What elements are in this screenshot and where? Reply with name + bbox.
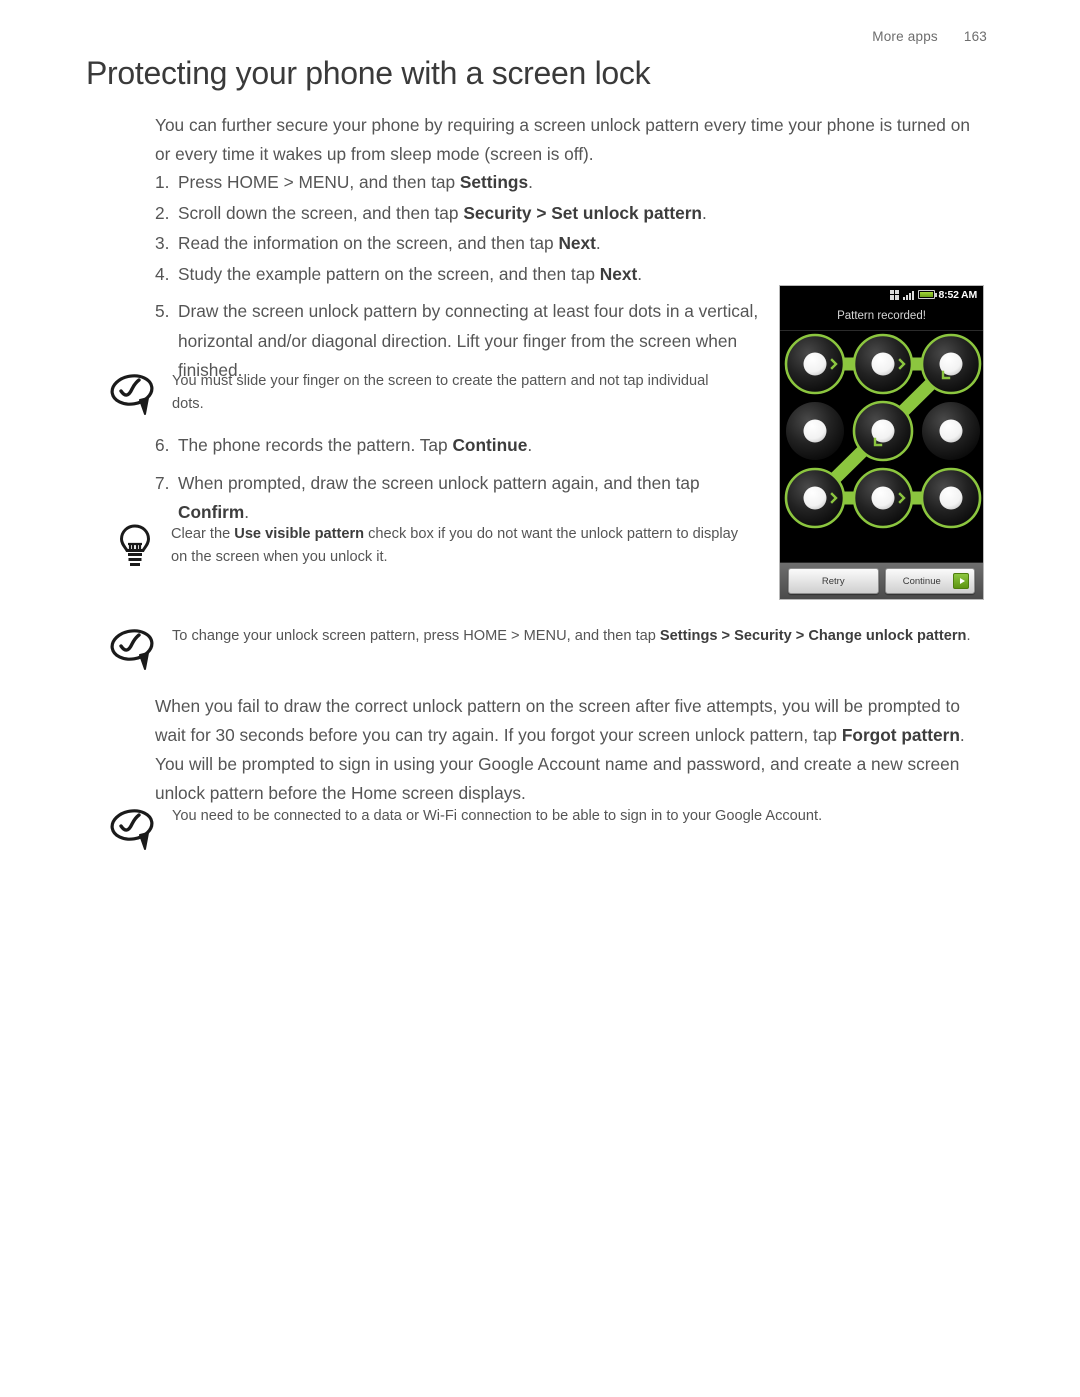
step-text: Scroll down the screen, and then tap Sec… — [178, 202, 707, 223]
phone-button-bar: Retry Continue — [780, 562, 983, 599]
note-icon — [110, 807, 158, 851]
list-item: 6. The phone records the pattern. Tap Co… — [155, 431, 765, 461]
page-title: Protecting your phone with a screen lock — [86, 55, 651, 91]
continue-button[interactable]: Continue — [884, 568, 975, 594]
pattern-grid-canvas[interactable] — [780, 331, 984, 539]
retry-button-label: Retry — [821, 575, 845, 587]
list-item: 7. When prompted, draw the screen unlock… — [155, 469, 765, 528]
step-text: Read the information on the screen, and … — [178, 233, 601, 253]
signal-bars-icon — [902, 290, 914, 300]
pattern-status-message: Pattern recorded! — [780, 303, 983, 331]
note-callout-slide-finger: You must slide your finger on the screen… — [110, 370, 740, 415]
body-paragraph: When you fail to draw the correct unlock… — [155, 696, 965, 803]
note-callout-wifi: You need to be connected to a data or Wi… — [110, 805, 1010, 851]
step-text: Press HOME > MENU, and then tap Settings… — [178, 172, 533, 192]
step-text: When prompted, draw the screen unlock pa… — [178, 472, 700, 523]
green-arrow-icon — [953, 573, 969, 589]
phone-screenshot: 8:52 AM Pattern recorded! Retry Continue — [779, 285, 984, 600]
tip-text: Clear the Use visible pattern check box … — [171, 526, 739, 565]
phone-status-bar: 8:52 AM — [780, 286, 983, 303]
list-item: 3. Read the information on the screen, a… — [155, 229, 780, 259]
step-number: 1. — [155, 172, 170, 192]
page-header: More apps 163 — [872, 29, 987, 44]
step-number: 7. — [155, 472, 170, 493]
retry-button[interactable]: Retry — [788, 568, 879, 594]
intro-paragraph: You can further secure your phone by req… — [155, 115, 970, 164]
numbered-steps: 1. Press HOME > MENU, and then tap Setti… — [155, 168, 780, 387]
header-section: More apps — [872, 29, 938, 44]
step-number: 6. — [155, 435, 170, 455]
step-number: 4. — [155, 263, 170, 284]
numbered-steps-continued: 6. The phone records the pattern. Tap Co… — [155, 431, 780, 529]
step-text: Study the example pattern on the screen,… — [178, 263, 643, 284]
battery-icon — [917, 290, 937, 299]
status-bar-clock: 8:52 AM — [938, 288, 978, 301]
lightbulb-icon — [118, 523, 152, 567]
tip-callout-visible-pattern: Clear the Use visible pattern check box … — [118, 523, 748, 568]
note-text: You need to be connected to a data or Wi… — [172, 808, 823, 824]
step-number: 2. — [155, 202, 170, 223]
note-text: You must slide your finger on the screen… — [172, 373, 709, 412]
step-text: The phone records the pattern. Tap Conti… — [178, 435, 533, 455]
note-callout-change-pattern: To change your unlock screen pattern, pr… — [110, 625, 1000, 671]
pattern-grid[interactable] — [780, 331, 984, 539]
list-item: 4. Study the example pattern on the scre… — [155, 260, 780, 290]
note-text: To change your unlock screen pattern, pr… — [172, 628, 971, 644]
note-icon — [110, 372, 158, 416]
step-number: 3. — [155, 233, 170, 253]
continue-button-label: Continue — [902, 575, 941, 587]
list-item: 2. Scroll down the screen, and then tap … — [155, 199, 780, 229]
page-number: 163 — [963, 29, 987, 44]
list-item: 1. Press HOME > MENU, and then tap Setti… — [155, 168, 780, 198]
data-transfer-icon — [889, 289, 899, 300]
note-icon — [110, 627, 158, 671]
